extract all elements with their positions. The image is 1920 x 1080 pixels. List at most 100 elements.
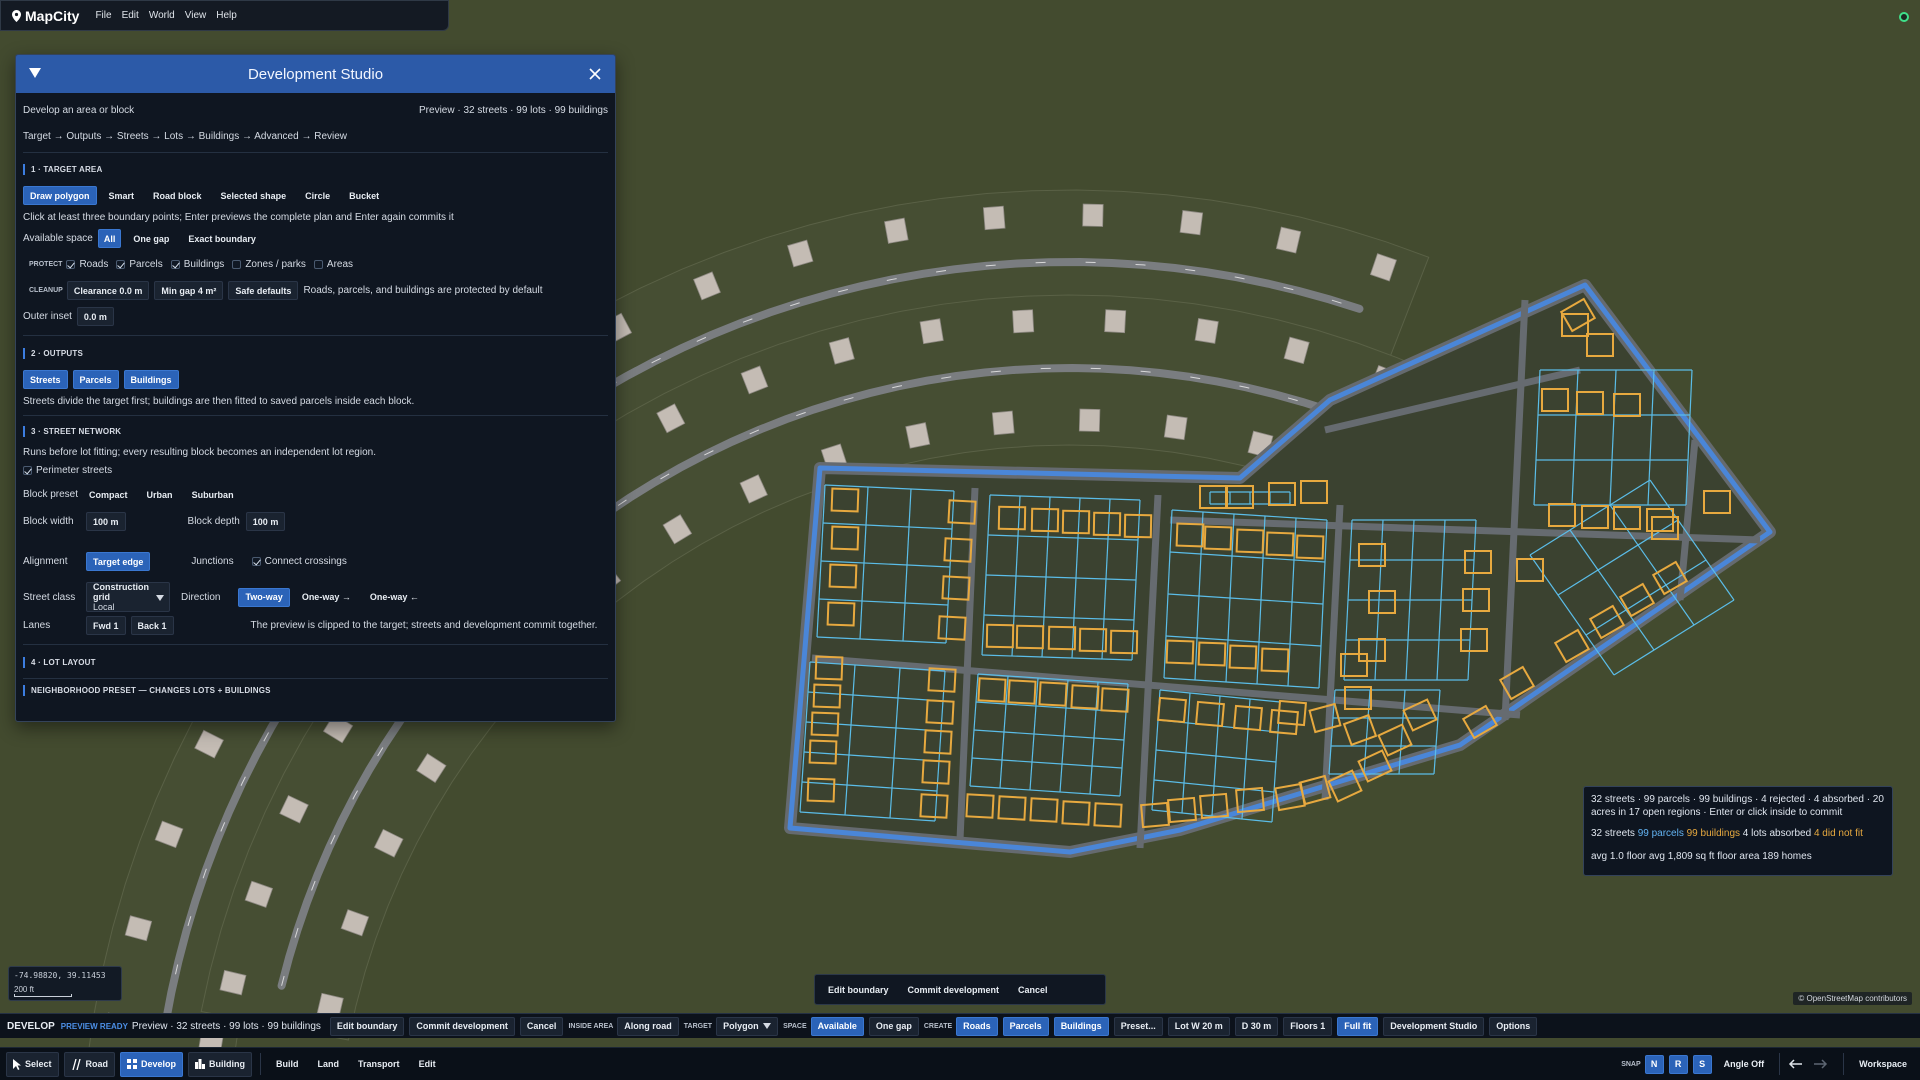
- tool-land[interactable]: Land: [311, 1052, 347, 1077]
- tool-road[interactable]: Road: [63, 1051, 116, 1077]
- tool-road-label: Road: [85, 1059, 109, 1069]
- tool-edit[interactable]: Edit: [412, 1052, 443, 1077]
- app-brand[interactable]: MapCity: [12, 8, 79, 24]
- menu-world[interactable]: World: [149, 10, 175, 21]
- street-class-caption: Construction grid: [93, 582, 149, 602]
- checkbox-icon: [66, 260, 76, 269]
- space-one-gap-button[interactable]: One gap: [868, 1016, 919, 1036]
- lot-depth-input[interactable]: D 30 m: [1234, 1016, 1279, 1036]
- preset-button[interactable]: Preset...: [1113, 1016, 1163, 1036]
- block-depth-input[interactable]: 100 m: [245, 512, 286, 531]
- workspace-button[interactable]: Workspace: [1852, 1052, 1914, 1077]
- protect-roads-checkbox[interactable]: Roads: [66, 259, 108, 270]
- cancel-button[interactable]: Cancel: [1011, 980, 1055, 999]
- building-icon: [195, 1059, 206, 1069]
- create-roads-toggle[interactable]: Roads: [956, 1016, 998, 1036]
- output-parcels-toggle[interactable]: Parcels: [72, 370, 119, 389]
- perimeter-streets-checkbox[interactable]: Perimeter streets: [23, 465, 112, 476]
- collapse-triangle-icon[interactable]: [28, 67, 42, 79]
- cleanup-note: Roads, parcels, and buildings are protec…: [303, 285, 543, 296]
- tool-select[interactable]: Select: [6, 1051, 59, 1077]
- angle-toggle[interactable]: Angle Off: [1717, 1052, 1772, 1077]
- connect-crossings-label: Connect crossings: [264, 556, 347, 567]
- create-buildings-toggle[interactable]: Buildings: [1053, 1016, 1109, 1036]
- full-fit-toggle[interactable]: Full fit: [1337, 1016, 1379, 1036]
- outer-inset-input[interactable]: 0.0 m: [76, 307, 114, 326]
- target-select[interactable]: Polygon: [716, 1016, 779, 1036]
- tooltip-averages: avg 1.0 floor avg 1,809 sq ft floor area…: [1591, 851, 1812, 862]
- develop-summary: Preview · 32 streets · 99 lots · 99 buil…: [131, 1020, 321, 1032]
- along-road-button[interactable]: Along road: [617, 1016, 679, 1036]
- preset-suburban[interactable]: Suburban: [185, 485, 241, 504]
- menu-edit[interactable]: Edit: [122, 10, 139, 21]
- tooltip-streets: 32 streets: [1591, 828, 1635, 839]
- tool-develop[interactable]: Develop: [120, 1051, 184, 1077]
- cleanup-label: CLEANUP: [29, 287, 63, 294]
- alignment-target-edge[interactable]: Target edge: [86, 552, 151, 571]
- mode-draw-polygon[interactable]: Draw polygon: [23, 186, 97, 205]
- edit-boundary-button[interactable]: Edit boundary: [821, 980, 896, 999]
- alignment-label: Alignment: [23, 556, 68, 567]
- direction-one-way-back[interactable]: One-way ←: [363, 588, 426, 607]
- mode-selected-shape[interactable]: Selected shape: [214, 186, 294, 205]
- protect-buildings-checkbox[interactable]: Buildings: [170, 259, 224, 270]
- space-one-gap[interactable]: One gap: [126, 229, 176, 248]
- preset-urban[interactable]: Urban: [140, 485, 180, 504]
- block-width-input[interactable]: 100 m: [86, 512, 126, 531]
- direction-one-way-forward[interactable]: One-way →: [295, 588, 358, 607]
- menu-view[interactable]: View: [185, 10, 207, 21]
- forward-arrow-icon[interactable]: [1814, 1059, 1828, 1069]
- preset-compact[interactable]: Compact: [82, 485, 135, 504]
- snap-s-toggle[interactable]: S: [1692, 1054, 1712, 1074]
- clearance-button[interactable]: Clearance 0.0 m: [66, 281, 150, 300]
- protect-areas-checkbox[interactable]: Areas: [313, 259, 353, 270]
- checkbox-icon: [313, 260, 323, 269]
- devbar-commit-button[interactable]: Commit development: [409, 1016, 515, 1036]
- map-attribution[interactable]: © OpenStreetMap contributors: [1793, 992, 1912, 1005]
- tool-building[interactable]: Building: [188, 1051, 253, 1077]
- scale-label: 200 ft: [14, 985, 35, 994]
- menu-file[interactable]: File: [95, 10, 111, 21]
- development-studio-button[interactable]: Development Studio: [1383, 1016, 1485, 1036]
- mode-bucket[interactable]: Bucket: [342, 186, 386, 205]
- checkbox-icon: [232, 260, 242, 269]
- space-exact-boundary[interactable]: Exact boundary: [181, 229, 263, 248]
- protect-parcels-checkbox[interactable]: Parcels: [116, 259, 163, 270]
- safe-defaults-button[interactable]: Safe defaults: [228, 281, 299, 300]
- protect-parcels-label: Parcels: [129, 259, 163, 270]
- space-all[interactable]: All: [97, 229, 122, 248]
- lot-width-input[interactable]: Lot W 20 m: [1167, 1016, 1230, 1036]
- create-parcels-toggle[interactable]: Parcels: [1002, 1016, 1049, 1036]
- space-available-button[interactable]: Available: [810, 1016, 864, 1036]
- snap-n-toggle[interactable]: N: [1644, 1054, 1664, 1074]
- back-arrow-icon[interactable]: [1788, 1059, 1803, 1069]
- close-icon[interactable]: [587, 66, 603, 82]
- output-streets-toggle[interactable]: Streets: [23, 370, 68, 389]
- mode-circle[interactable]: Circle: [298, 186, 337, 205]
- tool-build[interactable]: Build: [269, 1052, 306, 1077]
- street-class-select[interactable]: Construction grid Local: [86, 582, 170, 612]
- protect-zones-checkbox[interactable]: Zones / parks: [232, 259, 306, 270]
- preview-stats-tooltip: 32 streets · 99 parcels · 99 buildings ·…: [1583, 786, 1893, 876]
- tool-transport[interactable]: Transport: [351, 1052, 407, 1077]
- direction-two-way[interactable]: Two-way: [238, 587, 290, 607]
- snap-r-toggle[interactable]: R: [1668, 1054, 1688, 1074]
- lanes-forward-input[interactable]: Fwd 1: [86, 616, 126, 635]
- menu-help[interactable]: Help: [216, 10, 237, 21]
- output-buildings-toggle[interactable]: Buildings: [123, 370, 179, 389]
- lanes-back-input[interactable]: Back 1: [130, 616, 174, 635]
- devbar-edit-boundary-button[interactable]: Edit boundary: [329, 1016, 405, 1036]
- commit-development-button[interactable]: Commit development: [901, 980, 1007, 999]
- preview-summary: Preview · 32 streets · 99 lots · 99 buil…: [419, 104, 608, 116]
- mode-smart[interactable]: Smart: [102, 186, 142, 205]
- road-icon: [71, 1058, 81, 1070]
- section-outputs: 2 · OUTPUTS: [23, 348, 608, 359]
- mode-road-block[interactable]: Road block: [146, 186, 209, 205]
- section-lot-layout: 4 · LOT LAYOUT: [23, 657, 608, 668]
- connect-crossings-checkbox[interactable]: Connect crossings: [251, 556, 347, 567]
- devbar-cancel-button[interactable]: Cancel: [519, 1016, 564, 1036]
- min-gap-button[interactable]: Min gap 4 m²: [154, 281, 224, 300]
- options-button[interactable]: Options: [1489, 1016, 1538, 1036]
- cursor-icon: [13, 1058, 21, 1070]
- floors-input[interactable]: Floors 1: [1283, 1016, 1333, 1036]
